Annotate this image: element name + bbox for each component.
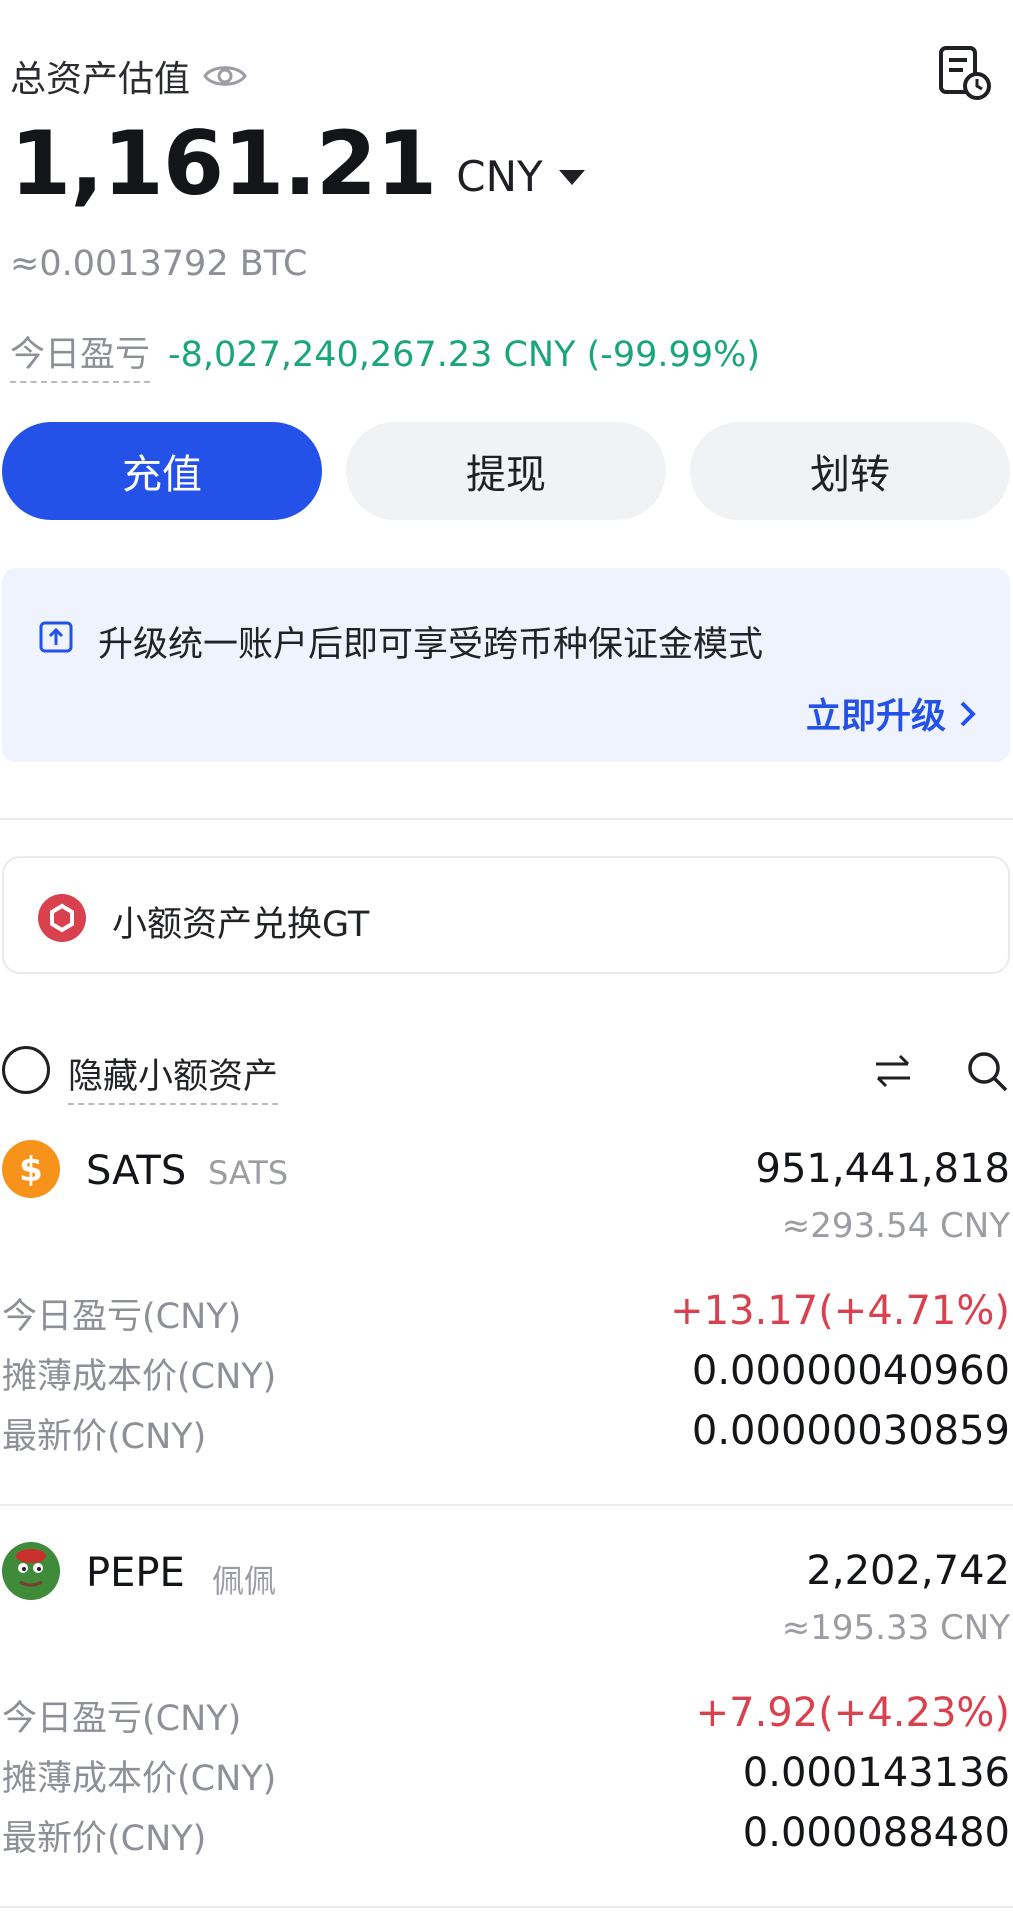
gt-logo-icon [38, 894, 86, 942]
svg-text:$: $ [19, 1150, 43, 1190]
action-buttons: 充值 提现 划转 [2, 422, 1010, 520]
deposit-button[interactable]: 充值 [2, 422, 322, 520]
balance-amount: 1,161.21 [10, 112, 437, 215]
chevron-right-icon [960, 701, 976, 726]
asset-pnl-row: 今日盈亏(CNY) +7.92(+4.23%) [2, 1690, 1010, 1742]
pepe-logo-icon [2, 1542, 60, 1600]
caret-down-icon [558, 169, 585, 185]
asset-price-label: 最新价(CNY) [2, 1417, 207, 1457]
asset-pnl-value: +7.92(+4.23%) [695, 1690, 1010, 1736]
hide-small-assets-checkbox[interactable] [2, 1046, 50, 1094]
asset-pnl-value: +13.17(+4.71%) [670, 1288, 1010, 1334]
currency-label: CNY [456, 152, 543, 201]
upgrade-now-link[interactable]: 立即升级 [806, 688, 978, 739]
order-history-icon[interactable] [935, 44, 993, 102]
today-pnl-label[interactable]: 今日盈亏 [10, 326, 151, 383]
asset-pnl-label: 今日盈亏(CNY) [2, 1297, 242, 1337]
asset-divider [0, 1906, 1013, 1908]
asset-name: 佩佩 [212, 1562, 277, 1600]
asset-price-label: 最新价(CNY) [2, 1819, 207, 1859]
asset-quantity: 951,441,818 [755, 1146, 1010, 1192]
btc-equivalent: ≈0.0013792 BTC [10, 244, 308, 284]
upgrade-banner: 升级统一账户后即可享受跨币种保证金模式 立即升级 [2, 568, 1010, 762]
small-asset-exchange-card[interactable]: 小额资产兑换GT [2, 856, 1010, 974]
total-assets-header: 总资产估值 [10, 48, 248, 104]
asset-quantity: 2,202,742 [806, 1548, 1010, 1594]
sort-swap-icon[interactable] [870, 1048, 916, 1094]
total-balance: 1,161.21 CNY [10, 120, 585, 208]
asset-cost-value: 0.000143136 [742, 1750, 1010, 1796]
withdraw-button[interactable]: 提现 [346, 422, 666, 520]
asset-list-toolbar: 隐藏小额资产 [2, 1040, 1010, 1105]
asset-cny-value: ≈195.33 CNY [781, 1608, 1010, 1648]
asset-item-sats[interactable]: $ SATS SATS 951,441,818 ≈293.54 CNY 今日盈亏… [2, 1140, 1010, 1470]
asset-cost-value: 0.00000040960 [691, 1348, 1010, 1394]
today-pnl-value: -8,027,240,267.23 CNY (-99.99%) [168, 334, 761, 375]
asset-price-row: 最新价(CNY) 0.00000030859 [2, 1408, 1010, 1460]
asset-price-value: 0.00000030859 [691, 1408, 1010, 1454]
search-icon[interactable] [964, 1048, 1010, 1094]
upgrade-text: 升级统一账户后即可享受跨币种保证金模式 [98, 625, 764, 665]
section-divider [0, 818, 1013, 820]
transfer-button[interactable]: 划转 [690, 422, 1010, 520]
asset-price-row: 最新价(CNY) 0.000088480 [2, 1810, 1010, 1862]
asset-cost-label: 摊薄成本价(CNY) [2, 1759, 277, 1799]
asset-symbol: PEPE [86, 1550, 185, 1596]
small-asset-exchange-label: 小额资产兑换GT [112, 905, 370, 945]
asset-symbol: SATS [86, 1148, 187, 1194]
sats-logo-icon: $ [2, 1140, 60, 1198]
asset-cost-row: 摊薄成本价(CNY) 0.00000040960 [2, 1348, 1010, 1400]
currency-selector[interactable]: CNY [456, 152, 585, 201]
asset-divider [0, 1504, 1013, 1506]
total-assets-title: 总资产估值 [10, 59, 191, 100]
asset-price-value: 0.000088480 [742, 1810, 1010, 1856]
asset-pnl-label: 今日盈亏(CNY) [2, 1699, 242, 1739]
hide-small-assets-label[interactable]: 隐藏小额资产 [68, 1048, 279, 1105]
asset-cny-value: ≈293.54 CNY [781, 1206, 1010, 1246]
asset-cost-row: 摊薄成本价(CNY) 0.000143136 [2, 1750, 1010, 1802]
asset-item-pepe[interactable]: PEPE 佩佩 2,202,742 ≈195.33 CNY 今日盈亏(CNY) … [2, 1542, 1010, 1872]
asset-name: SATS [208, 1154, 289, 1192]
today-pnl: 今日盈亏 -8,027,240,267.23 CNY (-99.99%) [10, 326, 760, 383]
asset-pnl-row: 今日盈亏(CNY) +13.17(+4.71%) [2, 1288, 1010, 1340]
eye-icon[interactable] [202, 60, 248, 92]
upgrade-icon [38, 618, 74, 654]
upgrade-now-label: 立即升级 [805, 697, 946, 737]
asset-cost-label: 摊薄成本价(CNY) [2, 1357, 277, 1397]
